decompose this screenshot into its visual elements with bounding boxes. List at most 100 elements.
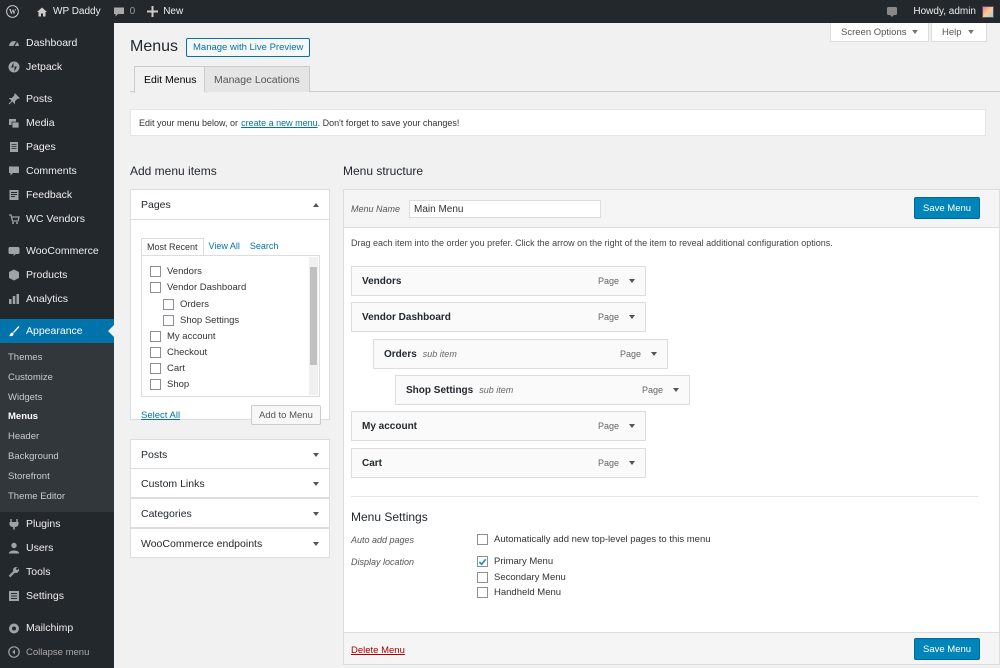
- menu-name-input[interactable]: Main Menu: [409, 200, 601, 218]
- help-button[interactable]: Help: [931, 23, 987, 42]
- checkbox[interactable]: [477, 534, 488, 545]
- sidebar-item-products[interactable]: Products: [0, 263, 114, 287]
- custom-links-accordion[interactable]: Custom Links: [130, 468, 330, 498]
- woocommerce-endpoints-accordion[interactable]: WooCommerce endpoints: [130, 528, 330, 558]
- chevron-down-icon[interactable]: [629, 424, 635, 428]
- sidebar-item-analytics[interactable]: Analytics: [0, 287, 114, 311]
- list-item[interactable]: Vendors: [150, 266, 202, 277]
- list-item[interactable]: Shop Settings: [163, 315, 239, 326]
- save-menu-button-top[interactable]: Save Menu: [914, 197, 981, 219]
- edit-notice: Edit your menu below, or create a new me…: [130, 109, 986, 136]
- menu-item-sub-label: sub item: [422, 349, 457, 359]
- checkbox[interactable]: [150, 347, 161, 358]
- delete-menu-link[interactable]: Delete Menu: [351, 645, 405, 656]
- sidebar-item-dashboard[interactable]: Dashboard: [0, 31, 114, 55]
- create-new-menu-link[interactable]: create a new menu: [241, 118, 318, 128]
- page-label: Shop: [167, 379, 190, 390]
- sidebar-item-posts[interactable]: Posts: [0, 87, 114, 111]
- list-item[interactable]: Vendor Dashboard: [150, 282, 246, 293]
- submenu-item-themes[interactable]: Themes: [0, 348, 114, 368]
- chevron-down-icon[interactable]: [629, 279, 635, 283]
- sidebar-item-wc-vendors[interactable]: WC Vendors: [0, 207, 114, 231]
- chevron-down-icon[interactable]: [629, 315, 635, 319]
- chevron-down-icon[interactable]: [651, 352, 657, 356]
- account-menu[interactable]: Howdy, admin: [880, 0, 1000, 23]
- sidebar-item-tools[interactable]: Tools: [0, 560, 114, 584]
- main-content: Screen Options Help Menus Manage with Li…: [114, 23, 1000, 668]
- posts-accordion[interactable]: Posts: [130, 439, 330, 469]
- checkbox[interactable]: [477, 587, 488, 598]
- checkbox[interactable]: [163, 299, 174, 310]
- wordpress-logo-icon[interactable]: W: [0, 0, 30, 23]
- tab-most-recent[interactable]: Most Recent: [141, 238, 204, 256]
- scrollbar[interactable]: [309, 257, 318, 395]
- submenu-item-background[interactable]: Background: [0, 447, 114, 467]
- chevron-down-icon[interactable]: [673, 388, 679, 392]
- tab-search[interactable]: Search: [245, 238, 284, 256]
- select-all-link[interactable]: Select All: [141, 410, 180, 421]
- sidebar-item-appearance[interactable]: Appearance: [0, 319, 114, 343]
- tab-manage-locations[interactable]: Manage Locations: [204, 66, 310, 92]
- list-item[interactable]: Checkout: [150, 347, 207, 358]
- submenu-item-menus[interactable]: Menus: [0, 407, 114, 427]
- page-label: Checkout: [167, 347, 208, 358]
- sidebar-item-comments[interactable]: Comments: [0, 159, 114, 183]
- scrollbar-thumb[interactable]: [310, 267, 317, 365]
- list-item[interactable]: Cart: [150, 363, 185, 374]
- collapse-menu-button[interactable]: Collapse menu: [0, 640, 114, 664]
- menu-item[interactable]: Vendors Page: [351, 266, 646, 296]
- sidebar-item-settings[interactable]: Settings: [0, 584, 114, 608]
- sidebar-item-users[interactable]: Users: [0, 536, 114, 560]
- list-item[interactable]: My account: [150, 331, 216, 342]
- submenu-item-customize[interactable]: Customize: [0, 368, 114, 388]
- menu-item[interactable]: Vendor Dashboard Page: [351, 302, 646, 332]
- sidebar-item-mailchimp[interactable]: Mailchimp: [0, 616, 114, 640]
- new-content-link[interactable]: New: [141, 0, 189, 23]
- screen-options-button[interactable]: Screen Options: [830, 23, 930, 42]
- checkbox[interactable]: [150, 266, 161, 277]
- chart-icon: [8, 293, 20, 305]
- add-to-menu-button[interactable]: Add to Menu: [251, 405, 321, 425]
- cart-icon: [8, 213, 20, 225]
- location-handheld-checkbox[interactable]: Handheld Menu: [477, 587, 561, 598]
- submenu-item-widgets[interactable]: Widgets: [0, 388, 114, 408]
- sidebar-item-media[interactable]: Media: [0, 111, 114, 135]
- sidebar-item-label: Posts: [26, 93, 53, 105]
- sidebar-item-label: Plugins: [26, 518, 61, 531]
- sidebar-item-woocommerce[interactable]: WooCommerce: [0, 239, 114, 263]
- checkbox[interactable]: [477, 556, 488, 567]
- checkbox[interactable]: [150, 363, 161, 374]
- list-item[interactable]: Orders: [163, 299, 209, 310]
- pages-title: Pages: [141, 198, 171, 211]
- checkbox[interactable]: [163, 315, 174, 326]
- sidebar-item-feedback[interactable]: Feedback: [0, 183, 114, 207]
- sidebar-item-jetpack[interactable]: Jetpack: [0, 55, 114, 79]
- checkbox[interactable]: [477, 572, 488, 583]
- menu-item[interactable]: Cart Page: [351, 448, 646, 478]
- live-preview-button[interactable]: Manage with Live Preview: [186, 38, 311, 57]
- chevron-down-icon[interactable]: [629, 461, 635, 465]
- location-primary-checkbox[interactable]: Primary Menu: [477, 556, 553, 567]
- submenu-item-theme-editor[interactable]: Theme Editor: [0, 487, 114, 507]
- submenu-item-storefront[interactable]: Storefront: [0, 467, 114, 487]
- location-secondary-checkbox[interactable]: Secondary Menu: [477, 572, 566, 583]
- comments-link[interactable]: 0: [107, 0, 142, 23]
- checkbox[interactable]: [150, 331, 161, 342]
- menu-item[interactable]: Orders sub item Page: [373, 339, 668, 369]
- tab-view-all[interactable]: View All: [204, 238, 245, 256]
- pages-accordion-header[interactable]: Pages: [131, 190, 329, 220]
- sidebar-item-pages[interactable]: Pages: [0, 135, 114, 159]
- checkbox[interactable]: [150, 379, 161, 390]
- submenu-item-header[interactable]: Header: [0, 427, 114, 447]
- plus-icon: [147, 6, 163, 17]
- auto-add-pages-checkbox[interactable]: Automatically add new top-level pages to…: [477, 534, 711, 545]
- sidebar-item-plugins[interactable]: Plugins: [0, 512, 114, 536]
- checkbox[interactable]: [150, 282, 161, 293]
- tab-edit-menus[interactable]: Edit Menus: [134, 66, 207, 93]
- categories-accordion[interactable]: Categories: [130, 498, 330, 528]
- menu-item[interactable]: Shop Settings sub item Page: [395, 375, 690, 405]
- save-menu-button-bottom[interactable]: Save Menu: [914, 638, 981, 660]
- list-item[interactable]: Shop: [150, 379, 189, 390]
- site-name-link[interactable]: WP Daddy: [30, 0, 107, 23]
- menu-item[interactable]: My account Page: [351, 411, 646, 441]
